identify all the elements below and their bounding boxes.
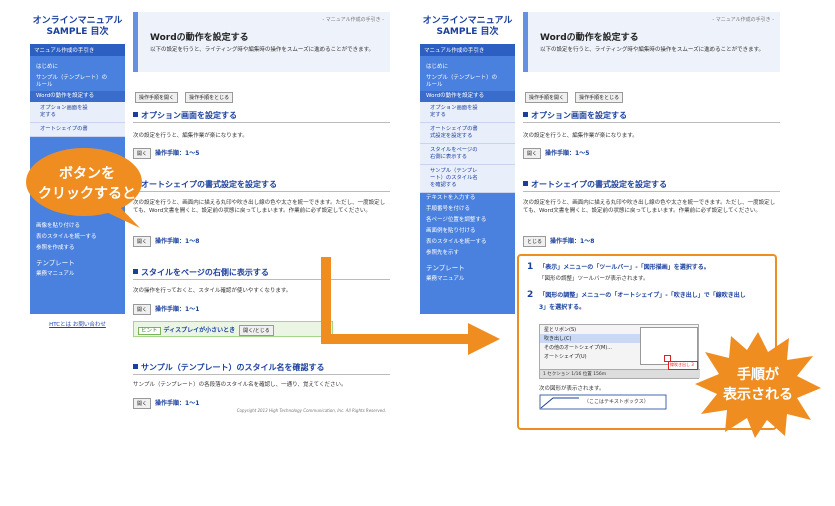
toc-title: オンラインマニュアル SAMPLE 目次 bbox=[32, 16, 123, 37]
step-1: 1 「表示」メニューの「ツールバー」-「図形描画」を選択する。 bbox=[527, 262, 710, 272]
section-text: 次の設定を行うと、編集作業が楽になります。 bbox=[133, 133, 248, 139]
open-steps-button[interactable]: 開く bbox=[133, 398, 152, 409]
close-steps-button[interactable]: とじる bbox=[523, 236, 547, 247]
menu-screenshot: 星とリボン(S) 吹き出し(C) その他のオートシェイプ(M)... オートシェ… bbox=[539, 324, 700, 379]
toc-item-active[interactable]: Wordの動作を設定する bbox=[420, 91, 515, 102]
divider bbox=[133, 374, 390, 375]
steps-row: 開く 操作手順：1～8 bbox=[133, 236, 199, 247]
steps-row: とじる 操作手順：1～8 bbox=[523, 236, 594, 247]
open-steps-button[interactable]: 開く bbox=[523, 148, 542, 159]
section-title: サンプル（テンプレート）のスタイル名を確認する bbox=[133, 362, 325, 373]
callout-right-text: 手順が 表示される bbox=[723, 367, 793, 403]
square-bullet-icon bbox=[523, 112, 528, 117]
toc-item[interactable]: はじめに bbox=[30, 62, 125, 73]
toc-subitem[interactable]: サンプル（テンプレ ート）のスタイル名 を確認する bbox=[420, 165, 515, 193]
hint-box: ヒント ディスプレイが小さいとき 開く/とじる bbox=[133, 321, 333, 337]
toc-item[interactable]: 各ページ位置を調整する bbox=[420, 215, 515, 226]
toggle-all-row: 操作手順を開く 操作手順をとじる bbox=[135, 84, 235, 103]
toc-item-active[interactable]: Wordの動作を設定する bbox=[30, 91, 125, 102]
square-bullet-icon bbox=[133, 364, 138, 369]
toc-header-link[interactable]: マニュアル作成の手引き bbox=[30, 44, 125, 56]
square-bullet-icon bbox=[133, 112, 138, 117]
hint-label: ヒント bbox=[138, 327, 161, 335]
close-all-button[interactable]: 操作手順をとじる bbox=[185, 92, 234, 103]
toc-item[interactable]: 画面例を貼り付ける bbox=[420, 226, 515, 237]
open-steps-button[interactable]: 開く bbox=[133, 304, 152, 315]
step-2: 2 「図形の調整」メニューの「オートシェイプ」-「吹き出し」で「線吹き出し bbox=[527, 290, 746, 300]
square-bullet-icon bbox=[523, 181, 528, 186]
toc-item[interactable]: サンプル（テンプレート）の ルール bbox=[420, 73, 515, 91]
page-title: Wordの動作を設定する bbox=[540, 33, 639, 43]
footer-links[interactable]: HTCとは お問い合わせ bbox=[30, 320, 125, 328]
callout-left-text: ボタンを クリックすると bbox=[38, 166, 136, 202]
section-title: オートシェイプの書式設定を設定する bbox=[133, 179, 277, 190]
toc-subitem[interactable]: オートシェイプの書 式設定を設定する bbox=[420, 123, 515, 144]
section-text: 次の設定を行うと、画面内に描える丸印や吹き出し線の色や太さを統一できます。ただし… bbox=[133, 200, 386, 214]
section-text: 次の設定を行うと、画面内に描える丸印や吹き出し線の色や太さを統一できます。ただし… bbox=[523, 200, 776, 214]
page-description: 以下の設定を行うと、ライティング時や編集時の操作をスムーズに進めることができます… bbox=[540, 47, 765, 53]
page-header: - マニュアル作成の手引き - Wordの動作を設定する 以下の設定を行うと、ラ… bbox=[133, 12, 390, 72]
toc-header-link[interactable]: マニュアル作成の手引き bbox=[420, 44, 515, 56]
page-description: 以下の設定を行うと、ライティング時や編集時の操作をスムーズに進めることができます… bbox=[150, 47, 375, 53]
step-2-cont: 3」を選択する。 bbox=[539, 304, 586, 311]
steps-row: 開く 操作手順：1～1 bbox=[133, 304, 199, 315]
section-text: 次の設定を行うと、編集作業が楽になります。 bbox=[523, 133, 638, 139]
toc-title: オンラインマニュアル SAMPLE 目次 bbox=[422, 16, 513, 37]
divider bbox=[133, 122, 390, 123]
step-1-result: 「図形の調整」ツールバーが表示されます。 bbox=[539, 276, 649, 282]
section-text: サンプル（テンプレート）の各段落のスタイル名を確認し、一通り、覚えてください。 bbox=[133, 382, 347, 388]
section-title: スタイルをページの右側に表示する bbox=[133, 267, 269, 278]
toc-item[interactable]: 参照を作成する bbox=[30, 243, 125, 254]
toc-item[interactable]: はじめに bbox=[420, 62, 515, 73]
toc-subitem[interactable]: オプション画面を設 定する bbox=[30, 102, 125, 123]
divider bbox=[523, 122, 780, 123]
steps-row: 開く 操作手順：1～1 bbox=[133, 398, 199, 409]
toc-item[interactable]: 業務マニュアル bbox=[30, 269, 125, 280]
divider bbox=[133, 191, 390, 192]
status-bar: 1 セクション 1/16 位置 156m bbox=[540, 369, 700, 378]
page-header: - マニュアル作成の手引き - Wordの動作を設定する 以下の設定を行うと、ラ… bbox=[523, 12, 780, 72]
flow-arrow bbox=[321, 257, 500, 355]
close-all-button[interactable]: 操作手順をとじる bbox=[575, 92, 624, 103]
copyright: Copyright 2013 High Technology Communica… bbox=[236, 408, 386, 413]
open-all-button[interactable]: 操作手順を開く bbox=[525, 92, 569, 103]
toc-item[interactable]: 表のスタイルを統一する bbox=[420, 237, 515, 248]
toc-subitem[interactable]: オプション画面を設 定する bbox=[420, 102, 515, 123]
open-all-button[interactable]: 操作手順を開く bbox=[135, 92, 179, 103]
textbox-label: （ここはテキストボックス） bbox=[584, 399, 649, 405]
hint-toggle-button[interactable]: 開く/とじる bbox=[239, 325, 274, 336]
section-title: オートシェイプの書式設定を設定する bbox=[523, 179, 667, 190]
toc-subitem[interactable]: スタイルをページの 右側に表示する bbox=[420, 144, 515, 165]
step-2-result: 次の図形が表示されます。 bbox=[539, 386, 605, 392]
page-title: Wordの動作を設定する bbox=[150, 33, 249, 43]
toc-item[interactable]: サンプル（テンプレート）の ルール bbox=[30, 73, 125, 91]
square-bullet-icon bbox=[133, 269, 138, 274]
manual-content-lower: サンプル（テンプレート）のスタイル名を確認する サンプル（テンプレート）の各段落… bbox=[133, 356, 390, 416]
section-title: オプション画面を設定する bbox=[523, 110, 627, 121]
toc-item[interactable]: 表のスタイルを統一する bbox=[30, 232, 125, 243]
toc-item[interactable]: 手順番号を付ける bbox=[420, 204, 515, 215]
toc-item[interactable]: テキストを入力する bbox=[420, 193, 515, 204]
open-steps-button[interactable]: 開く bbox=[133, 236, 152, 247]
toggle-all-row: 操作手順を開く 操作手順をとじる bbox=[525, 84, 625, 103]
section-title: オプション画面を設定する bbox=[133, 110, 237, 121]
header-breadcrumb: - マニュアル作成の手引き - bbox=[322, 17, 384, 23]
divider bbox=[523, 191, 780, 192]
toc-subitem[interactable]: オートシェイプの書 bbox=[30, 123, 125, 137]
header-breadcrumb: - マニュアル作成の手引き - bbox=[712, 17, 774, 23]
toc-item[interactable]: テンプレート bbox=[30, 258, 125, 269]
steps-row: 開く 操作手順：1～5 bbox=[523, 148, 589, 159]
